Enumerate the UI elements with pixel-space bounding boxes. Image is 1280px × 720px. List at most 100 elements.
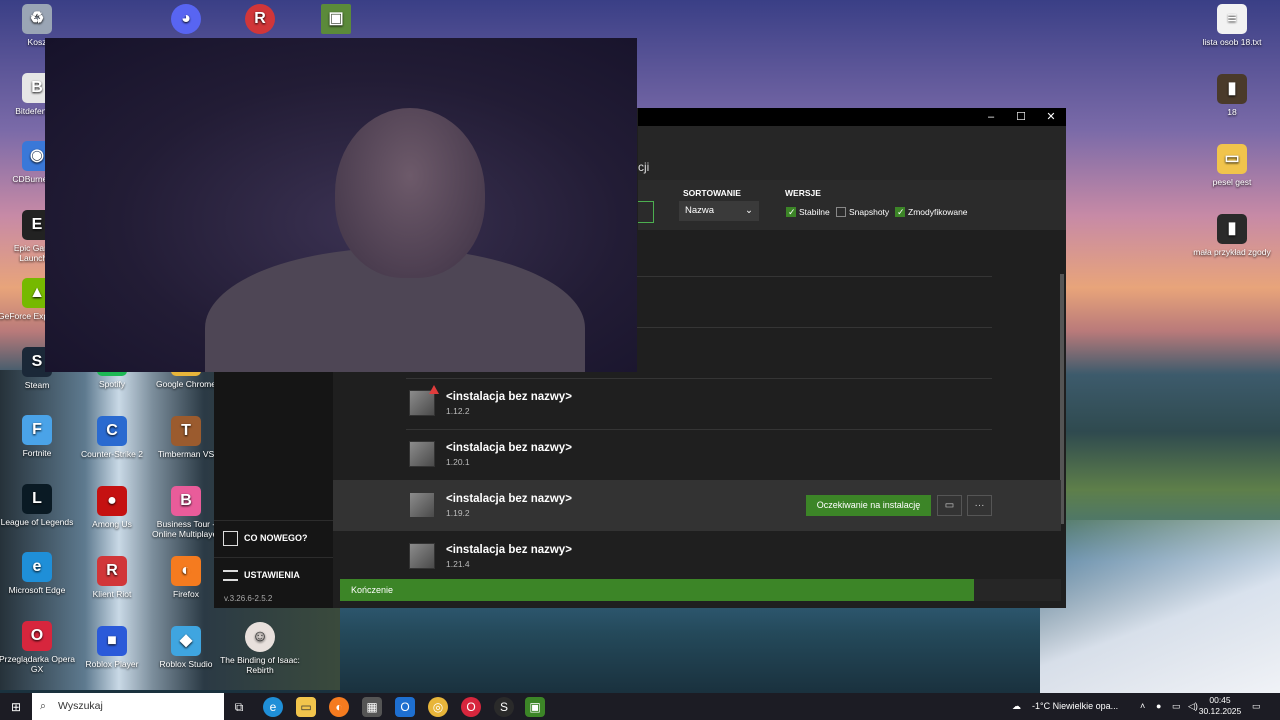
book-icon: ▮ [1217, 74, 1247, 104]
cs2-icon: C [97, 416, 127, 446]
notifications-icon[interactable]: ▭ [1252, 693, 1261, 720]
discord-icon: ◕ [171, 4, 201, 34]
document-icon: ▮ [1217, 214, 1247, 244]
whats-new-button[interactable]: CO NOWEGO? [214, 520, 333, 554]
checkbox-icon [895, 206, 905, 218]
desktop-icon[interactable]: R Klient Riot [72, 556, 152, 599]
warning-icon [429, 385, 439, 394]
desktop-icon-isaac[interactable]: ☺ The Binding of Isaac: Rebirth [220, 622, 300, 675]
installation-row[interactable]: <instalacja bez nazwy> 1.12.2 [334, 378, 1056, 429]
microphone-icon[interactable]: ● [1156, 693, 1161, 720]
explorer-taskbar-icon[interactable]: ▭ [296, 697, 316, 717]
desktop-icon[interactable]: F Fortnite [0, 415, 77, 458]
weather-widget[interactable]: -1°C Niewielkie opa... [1032, 693, 1118, 720]
riot-icon: R [97, 556, 127, 586]
edge-icon: e [22, 552, 52, 582]
search-input-edge[interactable] [638, 201, 654, 223]
chrome-taskbar-icon[interactable]: ◎ [428, 697, 448, 717]
launcher-header: cji [638, 126, 1066, 180]
sorting-label: SORTOWANIE [683, 188, 741, 198]
folder-icon: ▭ [1217, 144, 1247, 174]
title-bar: – ☐ ✕ [638, 108, 1066, 126]
desktop-icon[interactable]: L League of Legends [0, 483, 77, 527]
close-button[interactable]: ✕ [1036, 108, 1066, 126]
text-file-icon: ≡ [1217, 4, 1247, 34]
minimize-button[interactable]: – [976, 108, 1006, 126]
isaac-icon: ☺ [245, 622, 275, 652]
webcam-overlay [45, 38, 637, 372]
filter-modified[interactable]: Zmodyfikowane [895, 206, 968, 218]
desktop-icon-riot-top[interactable]: R [220, 4, 300, 37]
desktop-icon[interactable]: ▭ pesel gest [1192, 144, 1272, 187]
edge-taskbar-icon[interactable]: e [263, 697, 283, 717]
store-taskbar-icon[interactable]: ▦ [362, 697, 382, 717]
sort-select[interactable]: Nazwa ⌄ [679, 201, 759, 221]
amongus-icon: ● [97, 486, 127, 516]
recycle-bin-icon: ♻ [22, 4, 52, 34]
maximize-button[interactable]: ☐ [1006, 108, 1036, 126]
grass-block-icon [409, 441, 435, 467]
launcher-sidebar: CO NOWEGO? USTAWIENIA v.3.26.6-2.5.2 [214, 372, 333, 608]
taskbar: ⊞ ⌕ Wyszukaj ⧉ e ▭ ◐ ▦ O ◎ O S ▣ ☁ -1°C … [0, 693, 1280, 720]
start-button[interactable]: ⊞ [6, 697, 26, 717]
filter-stable[interactable]: Stabilne [786, 206, 830, 218]
installation-row-selected[interactable]: <instalacja bez nazwy> 1.19.2 Oczekiwani… [333, 480, 1061, 531]
progress-label: Kończenie [351, 585, 394, 595]
chevron-up-icon[interactable]: ˄ [1140, 693, 1145, 720]
chevron-down-icon: ⌄ [745, 205, 753, 216]
desktop-icon[interactable]: ■ Roblox Player [72, 626, 152, 669]
progress-bar-track [974, 579, 1061, 601]
taskbar-search[interactable]: ⌕ Wyszukaj [32, 693, 224, 720]
webcam-person-head [335, 108, 485, 278]
system-clock[interactable]: 00:45 30.12.2025 [1196, 695, 1244, 717]
roblox-icon: ■ [97, 626, 127, 656]
outlook-taskbar-icon[interactable]: O [395, 697, 415, 717]
opera-taskbar-icon[interactable]: O [461, 697, 481, 717]
firefox-taskbar-icon[interactable]: ◐ [329, 697, 349, 717]
launcher-version: v.3.26.6-2.5.2 [224, 594, 273, 603]
desktop-icon-minecraft[interactable]: ▣ [296, 4, 376, 37]
waiting-install-button[interactable]: Oczekiwanie na instalację [806, 495, 931, 516]
desktop-icon-discord[interactable]: ◕ [146, 4, 226, 37]
weather-icon[interactable]: ☁ [1012, 693, 1021, 720]
versions-label: WERSJE [785, 188, 821, 198]
sliders-icon [223, 570, 238, 581]
checkbox-icon [836, 207, 846, 217]
installation-row[interactable]: <instalacja bez nazwy> 1.20.1 [334, 429, 1056, 480]
settings-button[interactable]: USTAWIENIA [214, 557, 333, 591]
fortnite-icon: F [22, 415, 52, 445]
grass-block-icon [409, 492, 435, 518]
firefox-icon: ◐ [171, 556, 201, 586]
wallpaper-snow [1040, 520, 1280, 700]
news-icon [223, 531, 238, 546]
steam-taskbar-icon[interactable]: S [494, 697, 514, 717]
lol-icon: L [22, 483, 52, 514]
businesstour-icon: B [171, 486, 201, 516]
desktop-icon[interactable]: e Microsoft Edge [0, 552, 77, 595]
network-icon[interactable]: ▭ [1172, 693, 1181, 720]
task-view-icon[interactable]: ⧉ [229, 697, 249, 717]
minecraft-icon: ▣ [321, 4, 351, 34]
riot-icon: R [245, 4, 275, 34]
folder-button[interactable]: ▭ [937, 495, 962, 516]
desktop-icon[interactable]: ◆ Roblox Studio [146, 626, 226, 669]
operagx-icon: O [22, 620, 52, 651]
minecraft-taskbar-icon[interactable]: ▣ [525, 697, 545, 717]
grass-block-icon [409, 543, 435, 569]
installation-row[interactable]: <instalacja bez nazwy> 1.21.4 [334, 531, 1056, 582]
folder-icon: ▭ [944, 500, 955, 511]
desktop-icon[interactable]: C Counter-Strike 2 [72, 416, 152, 459]
checkbox-icon [786, 206, 796, 218]
desktop-icon[interactable]: ≡ lista osob 18.txt [1192, 4, 1272, 47]
desktop-icon[interactable]: ● Among Us [72, 486, 152, 529]
desktop-icon[interactable]: ▮ mała przykład zgody [1192, 214, 1272, 257]
filters-bar: SORTOWANIE Nazwa ⌄ WERSJE Stabilne Snaps… [638, 180, 1066, 230]
timberman-icon: T [171, 416, 201, 446]
search-icon: ⌕ [40, 700, 46, 712]
desktop-icon[interactable]: O Przeglądarka Opera GX [0, 620, 77, 674]
tab-installations[interactable]: cji [638, 160, 649, 174]
more-options-button[interactable]: ··· [967, 495, 992, 516]
desktop-icon[interactable]: ▮ 18 [1192, 74, 1272, 117]
progress-bar: Kończenie [340, 579, 974, 601]
filter-snapshots[interactable]: Snapshoty [836, 206, 889, 218]
